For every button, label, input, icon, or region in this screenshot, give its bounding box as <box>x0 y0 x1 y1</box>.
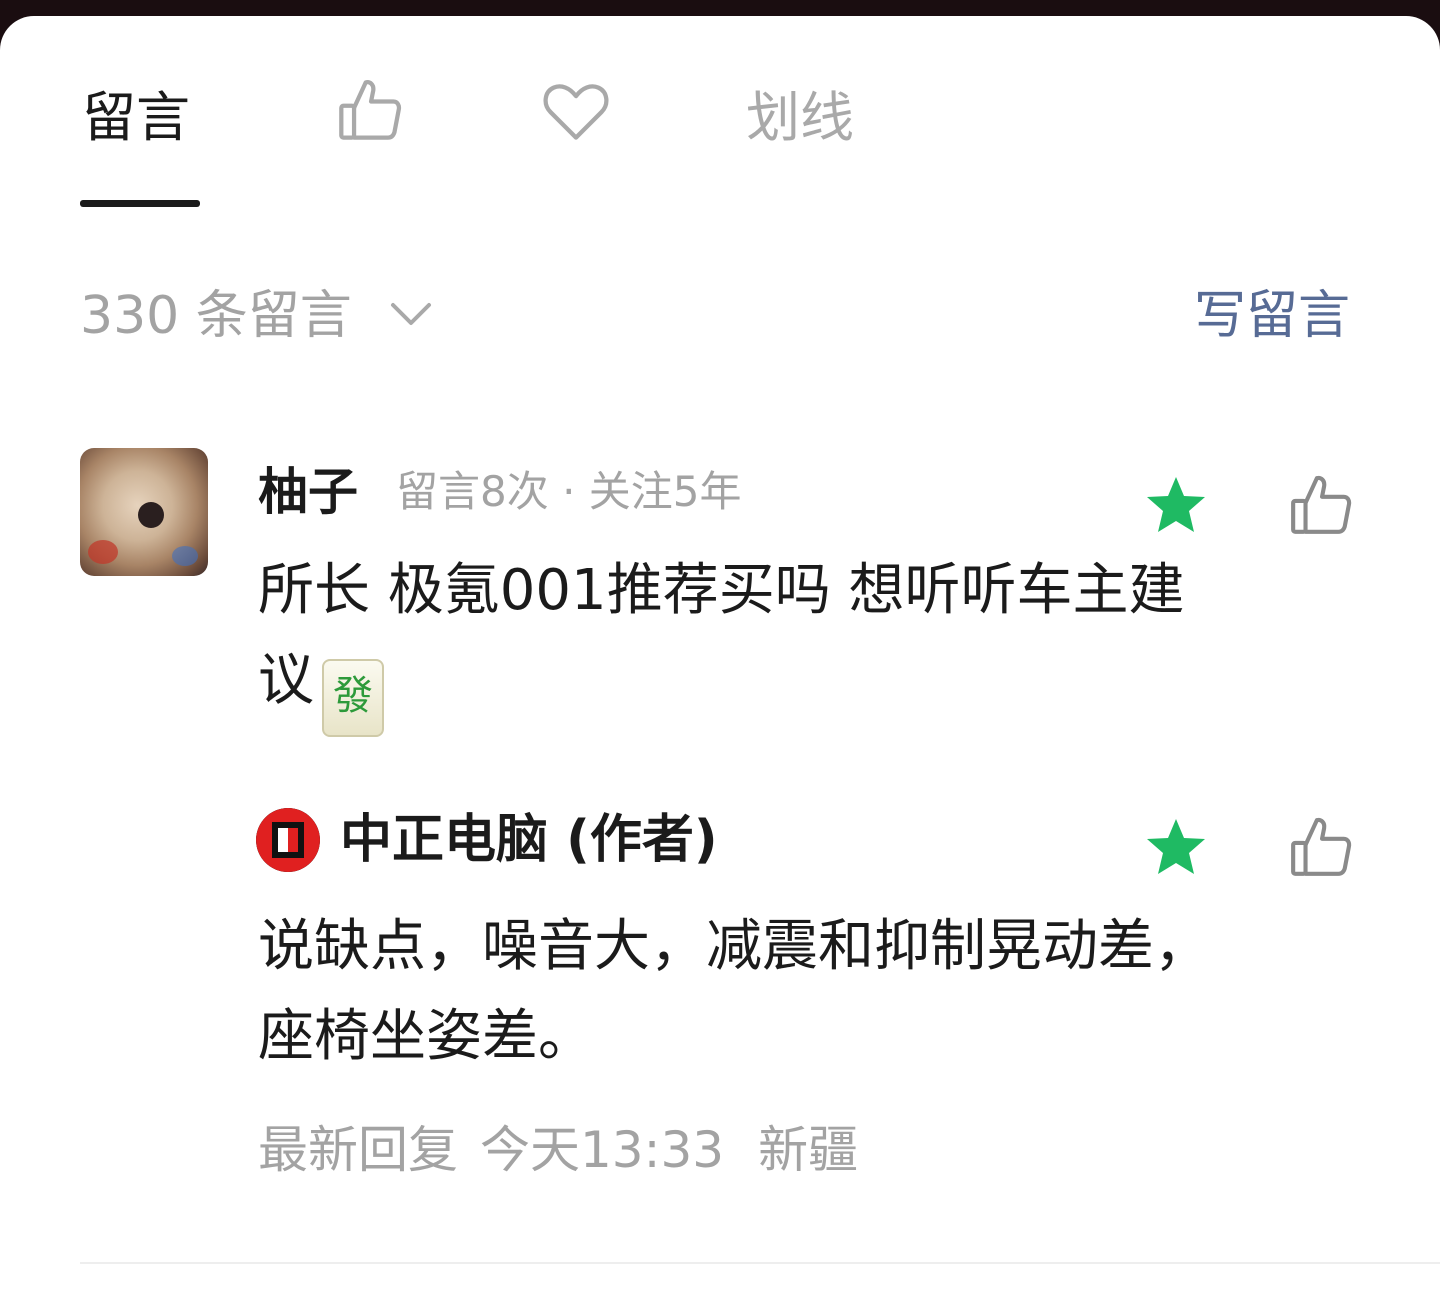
reply-footer: 最新回复 今天13:33 新疆 <box>258 1120 858 1180</box>
reply-author-name[interactable]: 中正电脑 (作者) <box>340 810 718 870</box>
reply-like-button[interactable] <box>1288 814 1354 884</box>
tab-like[interactable] <box>336 76 404 144</box>
reply-text-line: 说缺点，噪音大，减震和抑制晃动差， <box>258 914 1210 979</box>
tab-comments[interactable]: 留言 <box>82 88 190 148</box>
comments-sheet: 留言 划线 330 条留言 写留言 柚子 留言8次 · 关注5年 所长 极氪00… <box>0 16 1440 1303</box>
active-tab-indicator <box>80 200 200 207</box>
reply-text: 说缺点，噪音大，减震和抑制晃动差， 座椅坐姿差。 <box>258 902 1398 1082</box>
divider <box>80 1262 1440 1264</box>
thumbs-up-icon <box>1288 817 1354 884</box>
comment-meta: 留言8次 · 关注5年 <box>396 467 742 516</box>
comments-sort-control[interactable]: 330 条留言 <box>80 286 432 346</box>
comment-like-button[interactable] <box>1288 472 1354 542</box>
comment-star-button[interactable] <box>1144 474 1208 540</box>
star-icon <box>1144 477 1208 540</box>
tab-favorite[interactable] <box>542 78 610 144</box>
comment-username[interactable]: 柚子 <box>258 462 358 522</box>
mahjong-fa-emoji: 發 <box>322 659 384 737</box>
star-icon <box>1144 819 1208 882</box>
reply-star-button[interactable] <box>1144 816 1208 882</box>
reply-time: 今天13:33 <box>480 1121 725 1179</box>
tab-highlights[interactable]: 划线 <box>746 88 854 148</box>
author-logo <box>256 808 320 872</box>
thumbs-up-icon <box>336 76 404 144</box>
reply-text-line: 座椅坐姿差。 <box>258 1004 594 1069</box>
latest-reply-label[interactable]: 最新回复 <box>258 1120 458 1180</box>
chevron-down-icon <box>390 301 432 331</box>
write-comment-button[interactable]: 写留言 <box>1194 286 1350 346</box>
heart-icon <box>542 78 610 144</box>
thumbs-up-icon <box>1288 475 1354 542</box>
reply-location: 新疆 <box>758 1121 859 1179</box>
comment-text-line: 议發 <box>258 636 1378 737</box>
avatar[interactable] <box>80 448 208 576</box>
comment-count-label: 330 条留言 <box>80 286 352 346</box>
comment-text: 所长 极氪001推荐买吗 想听听车主建 议發 <box>258 546 1378 737</box>
comment-text-line: 所长 极氪001推荐买吗 想听听车主建 <box>258 558 1185 623</box>
